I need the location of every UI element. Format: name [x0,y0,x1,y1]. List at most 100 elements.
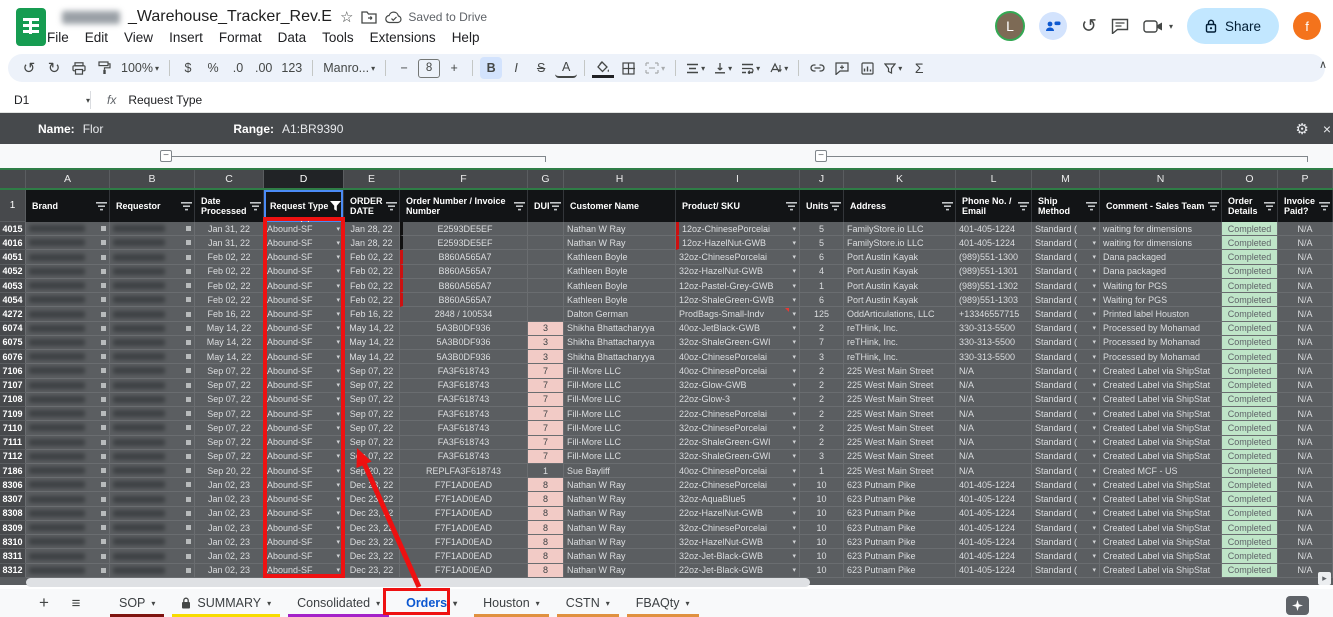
cell[interactable]: Processed by Mohamad [1100,335,1222,351]
row-number[interactable]: 7111 [0,435,26,450]
cell[interactable]: Created Label via ShipStat [1100,520,1222,536]
cell[interactable] [110,307,195,322]
scroll-right-arrow[interactable]: ▸ [1318,572,1331,585]
row-number[interactable]: 7110 [0,421,26,436]
cell[interactable]: Feb 02, 22 [344,250,400,265]
cell[interactable]: Sue Bayliff [564,463,676,479]
cell[interactable]: Nathan W Ray [564,563,676,578]
cell[interactable]: 7 [528,392,564,408]
in-cell-dropdown-caret[interactable]: ▾ [1092,524,1096,532]
cell[interactable]: 2 [800,378,844,393]
cell[interactable] [26,264,110,279]
cell[interactable]: Port Austin Kayak [844,250,956,265]
cell[interactable]: 7 [528,364,564,379]
menu-insert[interactable]: Insert [162,28,210,47]
cell[interactable]: 225 West Main Street [844,463,956,479]
cell[interactable]: Completed [1222,264,1278,279]
text-wrap-button[interactable]: ▾ [738,57,763,79]
font-select[interactable]: Manro... ▾ [320,57,378,79]
row-number[interactable]: 4051 [0,250,26,265]
in-cell-dropdown-caret[interactable]: ▾ [1092,310,1096,318]
cell[interactable]: (989)551-1303 [956,293,1032,308]
cell[interactable]: Dec 23, 22 [344,549,400,564]
filter-bars-icon[interactable] [514,201,525,211]
cell[interactable]: Abound-SF ▾ [264,350,344,365]
share-button[interactable]: Share [1186,8,1279,44]
cell[interactable]: 5 [800,236,844,251]
cell[interactable]: 40oz-JetBlack-GWB ▾ [676,321,800,336]
cell[interactable]: 2 [800,421,844,436]
cell[interactable]: May 14, 22 [195,335,264,351]
cell[interactable]: Sep 07, 22 [195,364,264,379]
decrease-decimals-button[interactable]: .0 [227,57,249,79]
cell[interactable]: Abound-SF ▾ [264,321,344,336]
cell[interactable]: FA3F618743 [400,378,528,393]
cell[interactable]: Jan 28, 22 [344,236,400,251]
cell[interactable]: Abound-SF ▾ [264,549,344,564]
cell[interactable]: Standard (▾ [1032,264,1100,279]
cell[interactable]: Standard (▾ [1032,463,1100,479]
cell[interactable]: Completed [1222,549,1278,564]
cell[interactable]: 1 [800,278,844,294]
column-header-D[interactable]: Request Type [264,190,344,225]
cell[interactable]: Standard (▾ [1032,378,1100,393]
column-group-toggle[interactable]: − [815,150,827,162]
cell[interactable]: Jan 02, 23 [195,535,264,550]
row-number[interactable]: 7107 [0,378,26,393]
in-cell-dropdown-caret[interactable]: ▾ [336,353,340,361]
cell[interactable]: N/A [956,463,1032,479]
in-cell-dropdown-caret[interactable]: ▾ [1092,225,1096,233]
cell[interactable]: Nathan W Ray [564,535,676,550]
cell[interactable]: 40oz-ChinesePorcelai ▾ [676,364,800,379]
cell[interactable]: Abound-SF ▾ [264,392,344,408]
cell[interactable]: Dec 23, 22 [344,563,400,578]
in-cell-dropdown-caret[interactable]: ▾ [336,524,340,532]
cell[interactable]: 7 [528,449,564,464]
filter-name-value[interactable]: Flor [83,122,104,136]
cell[interactable]: Standard (▾ [1032,307,1100,322]
cell[interactable]: Nathan W Ray [564,222,676,237]
cell[interactable]: N/A [1278,407,1333,422]
row-number[interactable]: 4052 [0,264,26,279]
in-cell-dropdown-caret[interactable]: ▾ [792,267,796,275]
horizontal-scrollbar[interactable] [26,578,810,587]
cell[interactable]: Jan 02, 23 [195,520,264,536]
cell[interactable]: 8 [528,535,564,550]
menu-view[interactable]: View [117,28,160,47]
cell[interactable]: 5A3B0DF936 [400,321,528,336]
filter-bars-icon[interactable] [1319,201,1330,211]
cell[interactable] [26,278,110,294]
cell[interactable]: Sep 07, 22 [195,449,264,464]
cell[interactable]: Fill-More LLC [564,364,676,379]
cell[interactable]: Standard (▾ [1032,449,1100,464]
cell[interactable]: Jan 31, 22 [195,236,264,251]
cell[interactable]: Standard (▾ [1032,392,1100,408]
move-folder-icon[interactable] [361,10,378,24]
cell[interactable]: Sep 20, 22 [195,463,264,479]
cell[interactable]: 2 [800,364,844,379]
cell[interactable]: (989)551-1301 [956,264,1032,279]
cell[interactable]: Feb 02, 22 [344,278,400,294]
sheet-tab-houston[interactable]: Houston ▾ [470,589,553,617]
cell[interactable]: Completed [1222,307,1278,322]
cell[interactable]: Abound-SF ▾ [264,250,344,265]
sheet-tab-menu-caret[interactable]: ▾ [267,599,271,608]
cell[interactable]: 401-405-1224 [956,506,1032,521]
cell[interactable]: Dec 23, 22 [344,478,400,493]
cell[interactable]: Sep 07, 22 [195,392,264,408]
cell[interactable]: Sep 07, 22 [344,421,400,436]
cell[interactable] [26,478,110,493]
cell[interactable]: 22oz-Jet-Black-GWB ▾ [676,563,800,578]
cell[interactable]: Sep 07, 22 [344,392,400,408]
in-cell-dropdown-caret[interactable]: ▾ [1092,353,1096,361]
sheet-tab-orders[interactable]: Orders ▾ [393,589,470,617]
insert-chart-button[interactable] [856,57,878,79]
cell[interactable] [110,264,195,279]
cell[interactable]: 623 Putnam Pike [844,492,956,507]
strikethrough-button[interactable]: S [530,57,552,79]
italic-button[interactable]: I [505,57,527,79]
in-cell-dropdown-caret[interactable]: ▾ [792,552,796,560]
column-letter-I[interactable]: I [676,170,800,188]
meet-camera-icon[interactable] [1143,19,1163,33]
in-cell-dropdown-caret[interactable]: ▾ [1092,239,1096,247]
